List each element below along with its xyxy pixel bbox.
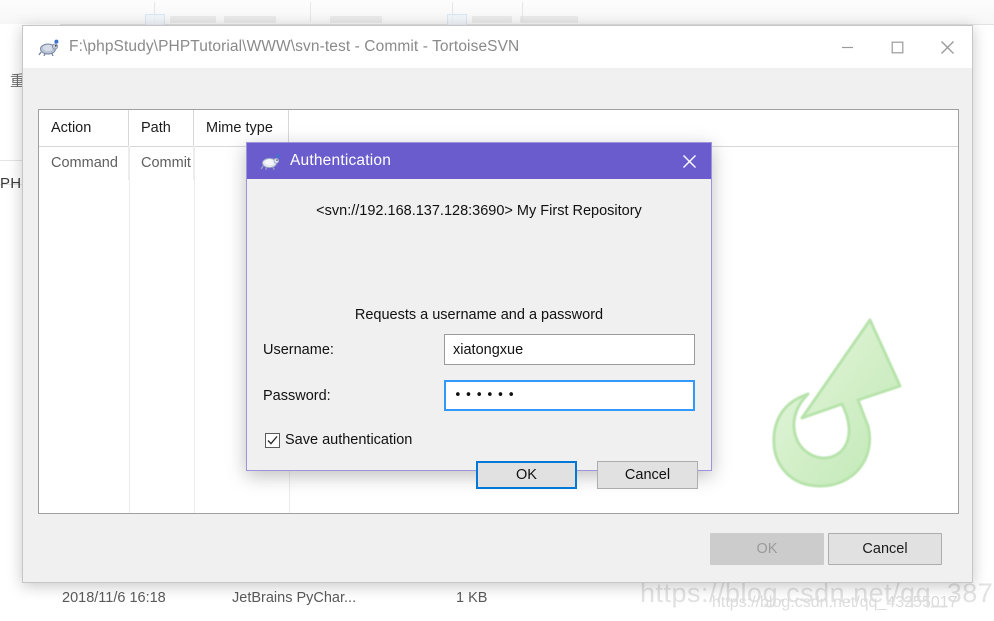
auth-ok-button[interactable]: OK (476, 461, 577, 489)
auth-cancel-button[interactable]: Cancel (597, 461, 698, 489)
background-php-label: PH (0, 175, 22, 192)
column-header-path[interactable]: Path (129, 110, 194, 146)
green-commit-arrow-icon (750, 308, 930, 513)
username-label: Username: (263, 342, 334, 358)
save-authentication-checkbox[interactable]: Save authentication (265, 432, 412, 448)
commit-cancel-button[interactable]: Cancel (828, 533, 942, 565)
cell-path: Commit (129, 146, 194, 180)
auth-dialog-titlebar[interactable]: Authentication (247, 143, 711, 179)
background-file-date: 2018/11/6 16:18 (62, 590, 166, 606)
auth-prompt-text: Requests a username and a password (354, 307, 604, 323)
minimize-icon[interactable] (822, 26, 872, 68)
background-ribbon (0, 0, 994, 26)
background-file-type: JetBrains PyChar... (232, 590, 357, 606)
close-icon[interactable] (922, 26, 972, 68)
password-label: Password: (263, 388, 331, 404)
tortoise-icon (37, 38, 59, 57)
commit-ok-button[interactable]: OK (710, 533, 824, 565)
auth-realm-text: <svn://192.168.137.128:3690> My First Re… (316, 203, 642, 219)
auth-dialog-title: Authentication (290, 152, 392, 169)
window-controls (822, 26, 972, 68)
checkbox-box (265, 432, 280, 448)
cell-action: Command (39, 146, 129, 180)
commit-window-title: F:\phpStudy\PHPTutorial\WWW\svn-test - C… (69, 38, 520, 55)
close-icon[interactable] (667, 143, 711, 179)
column-header-action[interactable]: Action (39, 110, 129, 146)
username-input[interactable]: xiatongxue (444, 334, 695, 365)
tortoise-icon (259, 153, 281, 170)
column-header-mime-type[interactable]: Mime type (194, 110, 289, 146)
password-masked-value: •••••• (454, 388, 519, 403)
save-authentication-label: Save authentication (285, 432, 413, 448)
screen: 重 PH 2018/11/6 16:18 JetBrains PyChar...… (0, 0, 994, 621)
authentication-dialog: Authentication <svn://192.168.137.128:36… (246, 142, 712, 489)
commit-window-titlebar[interactable]: F:\phpStudy\PHPTutorial\WWW\svn-test - C… (23, 26, 972, 68)
background-file-size: 1 KB (456, 590, 488, 606)
maximize-icon[interactable] (872, 26, 922, 68)
password-input[interactable]: •••••• (444, 380, 695, 411)
column-header-blank[interactable] (289, 110, 958, 146)
auth-dialog-body: <svn://192.168.137.128:3690> My First Re… (247, 179, 711, 489)
